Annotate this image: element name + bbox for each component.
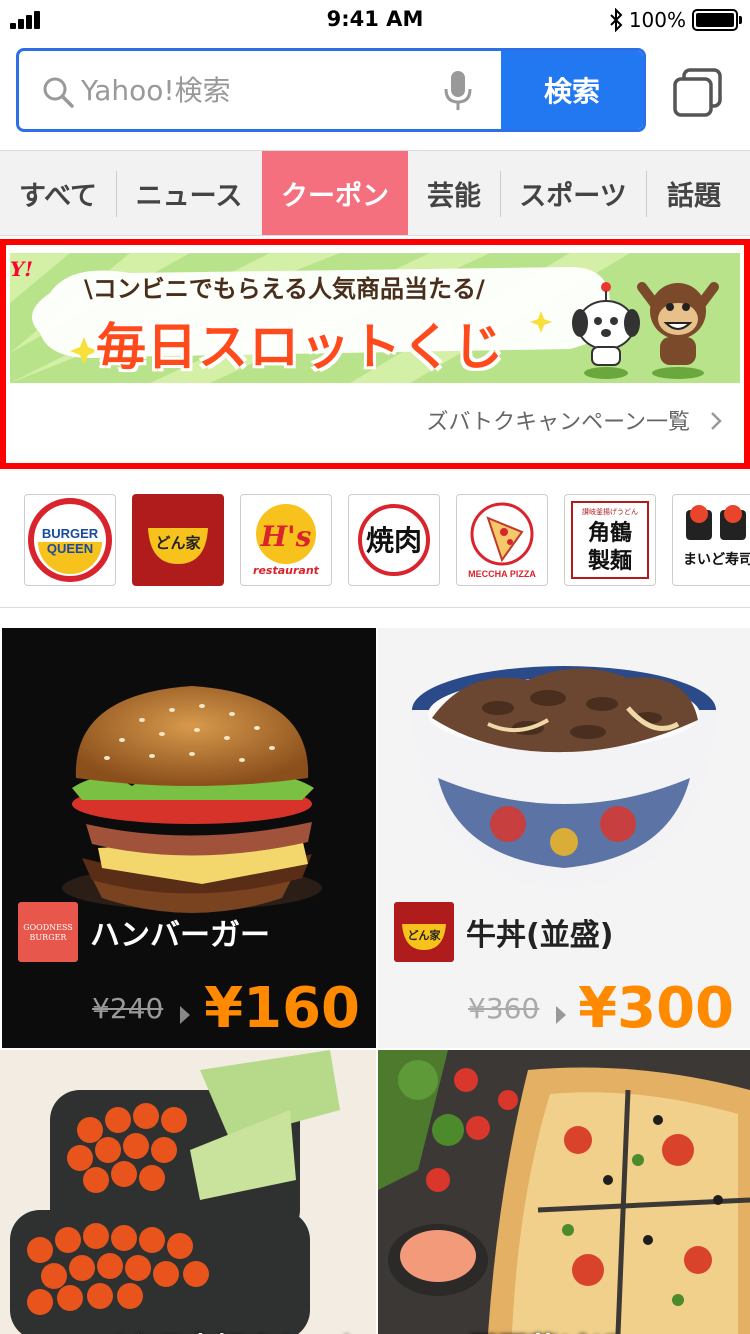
kakutsuru-seimen-logo: 讃岐釜揚げうどん 角鶴 製麺 [571,501,649,579]
tab-topics[interactable]: 話題 [646,151,742,235]
tab-news[interactable]: ニュース [116,151,262,235]
brand-logo-kakutsuru-seimen[interactable]: 讃岐釜揚げうどん 角鶴 製麺 [564,494,656,586]
ikura-sushi-image [10,1050,340,1334]
brand-logo-meccha-pizza[interactable]: MECCHA PIZZA [456,494,548,586]
old-price: ¥240 [92,992,164,1025]
tab-label: スポーツ [519,180,627,212]
arrow-right-icon [180,1006,190,1024]
tab-coupon[interactable]: クーポン [262,151,408,235]
coupon-price: ¥160 [204,976,360,1041]
brand-logo-donya[interactable]: どん家 [132,494,224,586]
maido-sushi-label: まいど寿司 [683,551,750,568]
tab-entertainment[interactable]: 芸能 [408,151,500,235]
tab-all[interactable]: すべて [0,151,116,235]
campaign-banner-frame: Y! \コンビニでもらえる人気商品当たる/ 毎日スロットくじ ズバトクキャンペー… [0,239,750,469]
mascot-characters-icon [572,282,719,379]
food-name: 牛丼(並盛) [466,918,614,953]
brand-logo-yakiniku[interactable]: 焼肉 [348,494,440,586]
yakiniku-label: 焼肉 [366,524,422,557]
coupon-card-hamburger[interactable]: GOODNESS BURGER ハンバーガー ¥240 ¥160 [2,628,376,1048]
banner-title: 毎日スロットくじ [96,318,504,376]
campaign-list-label: ズバトクキャンペーン一覧 [426,410,690,435]
tab-label: クーポン [281,180,389,212]
search-button[interactable]: 検索 [501,51,643,129]
kakutsuru-line2: 製麺 [587,548,632,574]
coupon-card-ikura[interactable]: イクラ大好きセット [0,1050,376,1334]
yakiniku-logo: 焼肉 [358,504,430,576]
coupon-price: ¥300 [578,976,734,1041]
tab-label: 芸能 [427,180,481,212]
pizza-image [378,1050,750,1334]
mic-icon[interactable] [443,69,473,113]
battery-icon [692,9,742,31]
search-box[interactable]: 検索 [16,48,646,132]
campaign-banner[interactable]: Y! \コンビニでもらえる人気商品当たる/ 毎日スロットくじ [10,253,740,383]
brand-logo-row: BURGER QUEEN どん家 H's restaurant 焼肉 MECCH… [0,480,750,608]
search-input[interactable] [81,51,441,129]
hs-restaurant-logo: H's restaurant [253,504,320,577]
burger-queen-line2: QUEEN [47,541,93,556]
battery-percent: 100% [628,8,686,32]
goodness-burger-line2: BURGER [30,933,68,942]
kakutsuru-line1: 角鶴 [588,520,632,546]
gyudon-name-row: どん家 牛丼(並盛) [394,902,613,962]
brand-logo-hs-restaurant[interactable]: H's restaurant [240,494,332,586]
goodness-burger-line1: GOODNESS [23,923,73,932]
donya-small-logo: どん家 [394,902,454,962]
category-tabs: すべて ニュース クーポン 芸能 スポーツ 話題 [0,150,750,236]
donya-small-label: どん家 [408,928,442,942]
food-name: イクラ大好きセット [96,1324,365,1334]
banner-subtitle: \コンビニでもらえる人気商品当たる/ [84,275,485,303]
kakutsuru-top: 讃岐釜揚げうどん [582,507,638,516]
food-name: 夏野菜ピザ [468,1324,618,1334]
donya-label: どん家 [155,534,200,552]
coupon-card-pizza[interactable]: 夏野菜ピザ [378,1050,750,1334]
search-icon [43,77,74,108]
chevron-right-icon [711,412,722,430]
coupon-card-gyudon[interactable]: どん家 牛丼(並盛) ¥360 ¥300 [378,628,750,1048]
food-name: ハンバーガー [90,918,270,953]
hamburger-name-row: GOODNESS BURGER ハンバーガー [18,902,270,962]
tab-sports[interactable]: スポーツ [500,151,646,235]
burger-queen-logo: BURGER QUEEN [28,498,112,582]
tab-label: 話題 [667,180,721,212]
bluetooth-icon [610,8,623,32]
hs-line1: H's [260,520,312,553]
brand-logo-maido-sushi[interactable]: まいど寿司 [672,494,750,586]
goodness-burger-logo: GOODNESS BURGER [18,902,78,962]
tab-label: すべて [18,180,98,212]
meccha-pizza-label: MECCHA PIZZA [468,569,536,579]
yahoo-logo: Y! [10,257,34,281]
hs-line2: restaurant [253,564,320,577]
maido-sushi-logo: まいど寿司 [683,505,750,568]
status-bar: 9:41 AM 100% [0,0,750,40]
old-price: ¥360 [468,992,540,1025]
tab-label: ニュース [135,180,243,212]
burger-queen-line1: BURGER [42,526,99,541]
meccha-pizza-logo: MECCHA PIZZA [468,502,536,579]
arrow-right-icon [556,1006,566,1024]
campaign-list-link[interactable]: ズバトクキャンペーン一覧 [10,395,740,445]
donya-logo: どん家 [148,528,208,564]
tabs-icon[interactable] [672,68,724,118]
brand-logo-burger-queen[interactable]: BURGER QUEEN [24,494,116,586]
